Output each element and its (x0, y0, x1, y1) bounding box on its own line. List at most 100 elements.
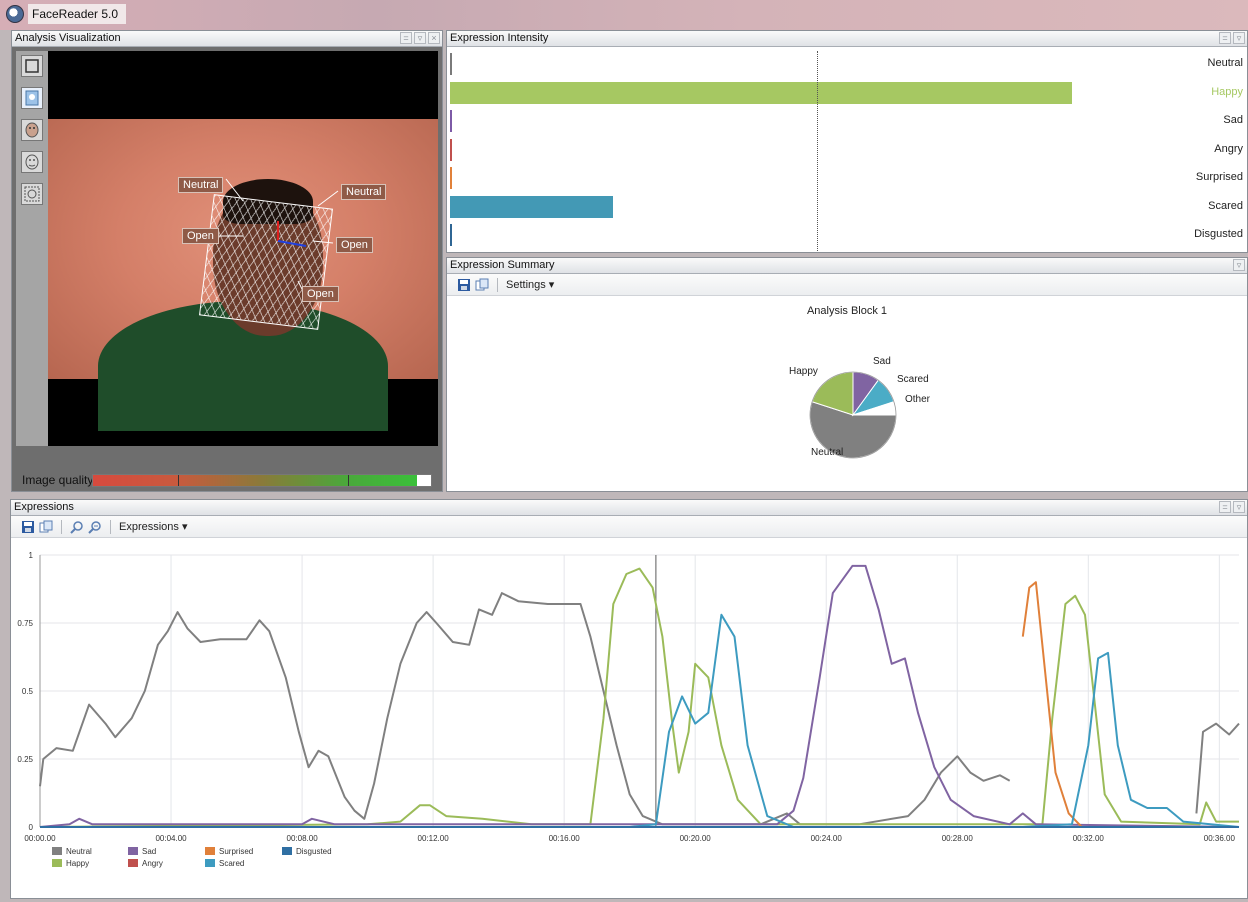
intensity-label-disgusted: Disgusted (1194, 228, 1243, 240)
series-line-neutral (1195, 722, 1240, 814)
x-tick-label: 00:04.00 (155, 834, 187, 843)
zoom-in-icon[interactable] (70, 520, 84, 534)
legend-swatch-neutral (52, 847, 62, 855)
legend-label-surprised: Surprised (219, 847, 253, 856)
image-quality-label: Image quality (22, 473, 94, 487)
left-mouth-label: Open (182, 228, 219, 244)
intensity-bar-surprised (450, 167, 452, 189)
panel-menu-icon[interactable]: = (1219, 32, 1231, 44)
x-tick-label: 00:00.00 (24, 834, 56, 843)
x-tick-label: 00:16.00 (549, 834, 581, 843)
pie-label-happy: Happy (789, 366, 818, 377)
series-line-neutral (39, 592, 1011, 826)
panel-title: Expression Intensity (450, 32, 549, 44)
expressions-menu[interactable]: Expressions ▾ (119, 520, 188, 533)
y-tick-label: 0.75 (17, 619, 33, 628)
panel-dropdown-icon[interactable]: ▿ (1233, 259, 1245, 271)
expressions-line-chart: 0 0.25 0.5 0.75 1 00:00.00 00:04.00 00:08.00 00:… (17, 551, 1240, 868)
legend-swatch-surprised (205, 847, 215, 855)
intensity-bar-happy (450, 81, 1072, 104)
legend-label-happy: Happy (66, 859, 89, 868)
intensity-label-angry: Angry (1214, 142, 1243, 155)
panel-menu-icon[interactable]: = (400, 32, 412, 44)
right-mouth-label: Open (336, 237, 373, 253)
settings-menu[interactable]: Settings ▾ (506, 278, 554, 291)
intensity-bar-disgusted (450, 224, 452, 246)
pie-label-scared: Scared (897, 374, 929, 385)
y-tick-label: 0 (29, 823, 34, 832)
mesh-axes (218, 178, 339, 292)
intensity-bar-scared (450, 195, 613, 218)
intensity-bar-angry (450, 138, 452, 161)
panel-dropdown-icon[interactable]: ▿ (414, 32, 426, 44)
x-tick-label: 00:20.00 (680, 834, 712, 843)
close-icon[interactable]: × (428, 32, 440, 44)
intensity-label-surprised: Surprised (1195, 171, 1243, 183)
expression-intensity-panel: Expression Intensity = ▿ Neutral Happy Sad… (446, 30, 1248, 253)
copy-icon[interactable] (475, 278, 489, 292)
panel-title: Expressions (14, 501, 74, 513)
face-box-icon[interactable] (21, 87, 43, 109)
intensity-bars (450, 51, 1190, 251)
expression-summary-panel: Expression Summary ▿ Settings ▾ Analysis… (446, 257, 1248, 492)
panel-title: Analysis Visualization (15, 32, 121, 44)
mesh-icon[interactable] (21, 183, 43, 205)
vis-toolbar (16, 51, 48, 446)
pie-label-other: Other (905, 394, 931, 405)
zoom-out-icon[interactable] (88, 520, 102, 534)
panel-menu-icon[interactable]: = (1219, 501, 1231, 513)
panel-header: Expression Summary ▿ (447, 258, 1247, 274)
save-icon[interactable] (457, 278, 471, 292)
right-eye-label: Neutral (341, 184, 387, 200)
panel-header: Expressions = ▿ (11, 500, 1247, 516)
frame-tool-icon[interactable] (21, 55, 43, 77)
panel-dropdown-icon[interactable]: ▿ (1233, 32, 1245, 44)
legend-swatch-disgusted (282, 847, 292, 855)
panel-dropdown-icon[interactable]: ▿ (1233, 501, 1245, 513)
x-tick-label: 00:24.00 (811, 834, 843, 843)
intensity-label-scared: Scared (1208, 199, 1243, 212)
series-line-sad (39, 564, 1240, 828)
face-model-icon[interactable] (21, 119, 43, 141)
intensity-bar-sad (450, 110, 452, 132)
copy-icon[interactable] (39, 520, 53, 534)
legend-label-scared: Scared (219, 859, 244, 868)
image-quality-bar (92, 474, 432, 487)
series-line-surprised (1021, 581, 1083, 828)
app-logo-icon (6, 5, 24, 23)
legend-label-neutral: Neutral (66, 847, 92, 856)
pie-label-sad: Sad (873, 356, 891, 367)
x-tick-label: 00:12.00 (418, 834, 450, 843)
expressions-panel: Expressions = ▿ Expressions ▾ 0 0.25 0.5 0.… (10, 499, 1248, 899)
landmarks-icon[interactable] (21, 151, 43, 173)
summary-pie-chart: Neutral Happy Sad Scared Other (789, 356, 931, 459)
x-tick-label: 00:32.00 (1073, 834, 1105, 843)
expressions-toolbar: Expressions ▾ (11, 516, 1247, 538)
legend-label-angry: Angry (142, 859, 163, 868)
legend-swatch-angry (128, 859, 138, 867)
intensity-label-sad: Sad (1223, 114, 1243, 126)
panel-header: Expression Intensity = ▿ (447, 31, 1247, 47)
jaw-label: Open (302, 286, 339, 302)
legend-swatch-sad (128, 847, 138, 855)
series-line-scared (40, 613, 1240, 828)
y-tick-label: 0.25 (17, 755, 33, 764)
analysis-visualization-panel: Analysis Visualization = ▿ × Neutral Neu… (11, 30, 443, 492)
x-tick-label: 00:28.00 (942, 834, 974, 843)
intensity-label-neutral: Neutral (1207, 57, 1243, 69)
image-quality-remaining (417, 475, 431, 486)
legend-label-disgusted: Disgusted (296, 847, 332, 856)
legend-swatch-scared (205, 859, 215, 867)
intensity-bar-neutral (450, 53, 452, 75)
legend-label-sad: Sad (142, 847, 156, 856)
panel-title: Expression Summary (450, 259, 555, 271)
intensity-midline (817, 51, 818, 251)
intensity-label-happy: Happy (1211, 85, 1243, 98)
legend-swatch-happy (52, 859, 62, 867)
save-icon[interactable] (21, 520, 35, 534)
x-tick-label: 00:08.00 (287, 834, 319, 843)
series-line-happy (39, 567, 1239, 828)
window-title: FaceReader 5.0 (28, 4, 127, 24)
y-tick-label: 1 (29, 551, 34, 560)
pie-label-neutral: Neutral (811, 447, 843, 458)
